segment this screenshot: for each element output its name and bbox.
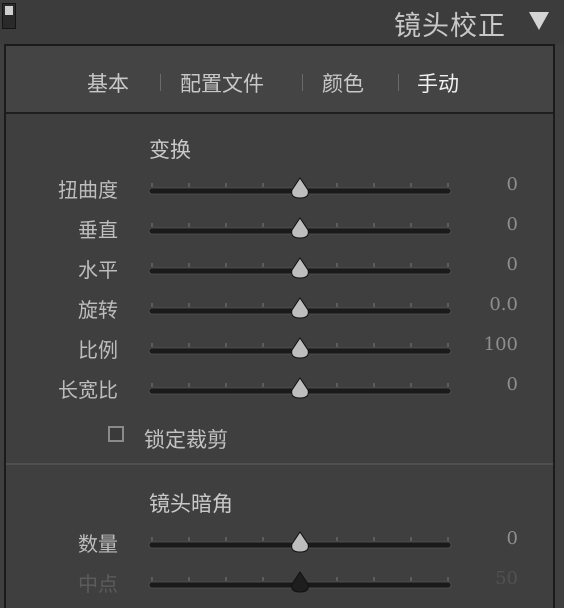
aspect-slider[interactable] [148, 375, 452, 399]
tab-separator [302, 74, 303, 91]
scale-label: 比例 [78, 338, 118, 362]
vignette-amount-label: 数量 [78, 532, 118, 556]
distortion-slider[interactable] [148, 175, 452, 199]
vignette-midpoint-label: 中点 [78, 572, 118, 596]
collapse-triangle-icon[interactable] [529, 12, 549, 30]
constrain-crop-checkbox[interactable] [108, 426, 124, 442]
vertical-slider[interactable] [148, 215, 452, 239]
panel-switch-icon[interactable] [2, 3, 16, 29]
vignetting-section-title: 镜头暗角 [149, 492, 233, 516]
slider-thumb [291, 571, 309, 593]
slider-thumb [291, 257, 309, 279]
section-divider [6, 463, 553, 465]
horizontal-label: 水平 [78, 258, 118, 282]
vertical-value[interactable]: 0 [507, 214, 518, 235]
tab-separator [160, 74, 161, 91]
horizontal-value[interactable]: 0 [507, 254, 518, 275]
tab-color[interactable]: 颜色 [322, 68, 364, 98]
transform-section-title: 变换 [149, 138, 191, 162]
aspect-value[interactable]: 0 [507, 374, 518, 395]
constrain-crop-label[interactable]: 锁定裁剪 [144, 424, 228, 454]
panel-title: 镜头校正 [394, 11, 506, 42]
vignette-midpoint-slider [148, 569, 452, 593]
panel-body: 基本 配置文件 颜色 手动 变换 扭曲度 0 垂直 0 水平 0 旋转 0.0 … [4, 44, 555, 608]
vertical-label: 垂直 [78, 218, 118, 242]
slider-thumb [291, 337, 309, 359]
tab-manual[interactable]: 手动 [417, 68, 459, 98]
aspect-label: 长宽比 [58, 378, 118, 402]
lens-correction-panel: 镜头校正 基本 配置文件 颜色 手动 变换 扭曲度 0 垂直 0 水平 0 旋转… [0, 0, 564, 608]
slider-thumb [291, 217, 309, 239]
slider-thumb [291, 297, 309, 319]
vignette-amount-slider[interactable] [148, 529, 452, 553]
rotate-label: 旋转 [78, 298, 118, 322]
panel-header[interactable]: 镜头校正 [0, 0, 564, 44]
tab-separator [398, 74, 399, 91]
rotate-value[interactable]: 0.0 [489, 294, 518, 315]
slider-thumb [291, 531, 309, 553]
scale-value[interactable]: 100 [484, 334, 518, 355]
distortion-label: 扭曲度 [58, 178, 118, 202]
tab-bar: 基本 配置文件 颜色 手动 [6, 46, 553, 114]
tab-profile[interactable]: 配置文件 [180, 68, 264, 98]
vignette-midpoint-value: 50 [495, 568, 518, 589]
tab-basic[interactable]: 基本 [87, 68, 129, 98]
scale-slider[interactable] [148, 335, 452, 359]
slider-thumb [291, 177, 309, 199]
vignette-amount-value[interactable]: 0 [507, 528, 518, 549]
rotate-slider[interactable] [148, 295, 452, 319]
slider-thumb [291, 377, 309, 399]
distortion-value[interactable]: 0 [507, 174, 518, 195]
horizontal-slider[interactable] [148, 255, 452, 279]
